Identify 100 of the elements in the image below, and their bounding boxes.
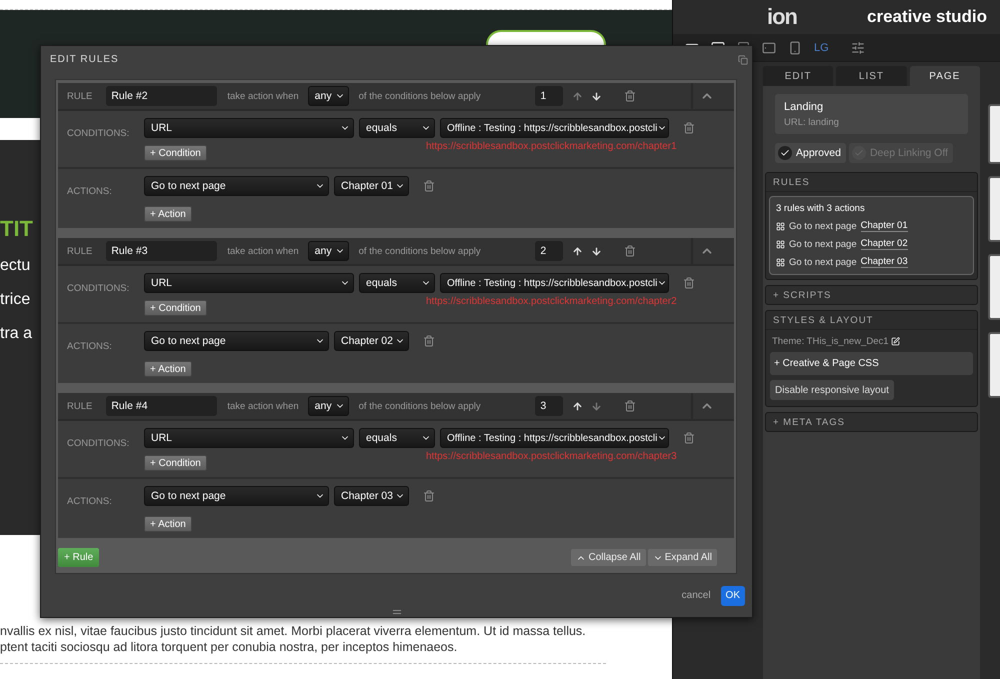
chapter-link[interactable]: Chapter 03 bbox=[860, 256, 908, 268]
add-action-button[interactable]: + Action bbox=[144, 206, 192, 222]
conditions-label: CONDITIONS: bbox=[67, 283, 130, 294]
order-field[interactable]: 1 bbox=[535, 86, 564, 106]
tab[interactable]: PAGE bbox=[910, 66, 980, 86]
add-action-button[interactable]: + Action bbox=[144, 361, 192, 377]
page-thumbnail[interactable] bbox=[988, 104, 1000, 164]
meta-tags-section[interactable]: + META TAGS bbox=[765, 412, 978, 432]
grid-icon bbox=[776, 222, 785, 230]
match-select[interactable]: any bbox=[308, 241, 349, 261]
rule-text: Go to next page bbox=[789, 256, 857, 268]
tablet-icon[interactable] bbox=[762, 40, 776, 54]
trash-icon[interactable] bbox=[624, 400, 636, 412]
order-field[interactable]: 3 bbox=[535, 396, 564, 416]
collapse-all-button[interactable]: Collapse All bbox=[571, 549, 646, 566]
arrow-down-icon[interactable] bbox=[591, 90, 602, 102]
operator-select[interactable]: equals bbox=[359, 273, 435, 293]
expand-all-button[interactable]: Expand All bbox=[648, 549, 717, 566]
trash-icon[interactable] bbox=[423, 335, 435, 347]
trash-icon[interactable] bbox=[683, 432, 695, 444]
actions-label: ACTIONS: bbox=[67, 186, 112, 197]
check-icon bbox=[778, 146, 792, 160]
actions-label: ACTIONS: bbox=[67, 341, 112, 352]
chapter-link[interactable]: Chapter 01 bbox=[860, 220, 908, 232]
add-action-button[interactable]: + Action bbox=[144, 516, 192, 532]
grid-icon bbox=[776, 240, 785, 248]
rule-name-field[interactable]: Rule #4 bbox=[106, 396, 218, 416]
edit-icon[interactable] bbox=[890, 337, 900, 346]
url-hint: https://scribblesandbox.postclickmarketing.com/chapter2 bbox=[426, 296, 678, 307]
action-select[interactable]: Go to next page bbox=[144, 176, 329, 196]
operator-select[interactable]: equals bbox=[359, 428, 435, 448]
rules-summary[interactable]: 3 rules with 3 actions Go to next page Chapter 01 Go to next page Chapter 02 Go to next page Chapter 03 bbox=[769, 196, 974, 275]
target-select[interactable]: Chapter 02 bbox=[334, 331, 409, 351]
tab[interactable]: LIST bbox=[836, 66, 907, 86]
logo: ion bbox=[767, 4, 797, 30]
target-select[interactable]: Chapter 01 bbox=[334, 176, 409, 196]
body-text: tra a bbox=[0, 324, 32, 344]
rule-label: RULE bbox=[67, 90, 92, 102]
field-select[interactable]: URL bbox=[144, 118, 354, 138]
chapter-link[interactable]: Chapter 02 bbox=[860, 238, 908, 250]
operator-select[interactable]: equals bbox=[359, 118, 435, 138]
page-thumbnail[interactable] bbox=[988, 176, 1000, 242]
tab[interactable]: EDIT bbox=[763, 66, 834, 86]
value-select[interactable]: Offline : Testing : https://scribblesandbox.postcli bbox=[440, 118, 669, 138]
value-select[interactable]: Offline : Testing : https://scribblesandbox.postcli bbox=[440, 273, 669, 293]
phone-icon[interactable] bbox=[788, 40, 802, 54]
popout-icon[interactable] bbox=[738, 54, 748, 64]
arrow-up-icon[interactable] bbox=[572, 246, 584, 256]
match-label: take action when bbox=[227, 400, 299, 412]
paragraph-line: nvallis ex nisl, vitae faucibus justo tincidunt sit amet. Morbi placerat viverra elementum. Ut id massa tellus. bbox=[0, 623, 586, 639]
ok-button[interactable]: OK bbox=[720, 586, 745, 606]
add-condition-button[interactable]: + Condition bbox=[144, 145, 207, 161]
rule-text: Go to next page bbox=[789, 238, 857, 250]
cancel-link[interactable]: cancel bbox=[682, 590, 711, 601]
resize-handle[interactable] bbox=[393, 610, 401, 614]
url-hint: https://scribblesandbox.postclickmarketing.com/chapter3 bbox=[426, 451, 678, 462]
conditions-label: CONDITIONS: bbox=[67, 438, 130, 449]
actions-label: ACTIONS: bbox=[67, 496, 112, 507]
conditions-apply-label: of the conditions below apply bbox=[358, 246, 481, 256]
url-hint: https://scribblesandbox.postclickmarketing.com/chapter1 bbox=[426, 141, 678, 152]
trash-icon[interactable] bbox=[423, 490, 435, 502]
match-label: take action when bbox=[227, 90, 299, 102]
section-title: STYLES & LAYOUT bbox=[766, 311, 977, 330]
target-select[interactable]: Chapter 03 bbox=[334, 486, 409, 506]
rule-name-field[interactable]: Rule #2 bbox=[106, 86, 218, 106]
order-field[interactable]: 2 bbox=[535, 241, 564, 261]
size-label[interactable]: LG bbox=[814, 42, 829, 54]
page-thumbnail[interactable] bbox=[988, 332, 1000, 398]
dialog-title: EDIT RULES bbox=[50, 54, 119, 65]
trash-icon[interactable] bbox=[683, 277, 695, 289]
trash-icon[interactable] bbox=[624, 90, 636, 102]
conditions-apply-label: of the conditions below apply bbox=[358, 90, 481, 102]
page-url: URL: landing bbox=[784, 117, 840, 128]
trash-icon[interactable] bbox=[683, 122, 695, 134]
add-condition-button[interactable]: + Condition bbox=[144, 455, 207, 471]
arrow-up-icon[interactable] bbox=[572, 400, 584, 412]
value-select[interactable]: Offline : Testing : https://scribblesandbox.postcli bbox=[440, 428, 669, 448]
field-select[interactable]: URL bbox=[144, 428, 354, 448]
trash-icon[interactable] bbox=[624, 245, 636, 257]
match-select[interactable]: any bbox=[308, 86, 349, 106]
add-condition-button[interactable]: + Condition bbox=[144, 300, 207, 316]
conditions-apply-label: of the conditions below apply bbox=[358, 400, 481, 412]
action-select[interactable]: Go to next page bbox=[144, 331, 329, 351]
body-text: trice bbox=[0, 290, 30, 310]
theme-label: Theme: THis_is_new_Dec1 bbox=[772, 336, 889, 347]
heading-text: TIT bbox=[0, 215, 33, 243]
sliders-icon[interactable] bbox=[850, 40, 865, 54]
rules-count: 3 rules with 3 actions bbox=[776, 203, 866, 214]
action-select[interactable]: Go to next page bbox=[144, 486, 329, 506]
responsive-button[interactable]: Disable responsive layout bbox=[770, 380, 894, 400]
field-select[interactable]: URL bbox=[144, 273, 354, 293]
match-select[interactable]: any bbox=[308, 396, 349, 416]
section-title: RULES bbox=[766, 173, 977, 192]
css-button[interactable]: + Creative & Page CSS bbox=[770, 352, 973, 375]
rule-name-field[interactable]: Rule #3 bbox=[106, 241, 218, 261]
arrow-down-icon[interactable] bbox=[591, 246, 602, 256]
trash-icon[interactable] bbox=[423, 180, 435, 192]
page-thumbnail[interactable] bbox=[988, 254, 1000, 320]
toggle-button[interactable]: Approved bbox=[775, 143, 846, 163]
scripts-section[interactable]: + SCRIPTS bbox=[765, 285, 978, 305]
